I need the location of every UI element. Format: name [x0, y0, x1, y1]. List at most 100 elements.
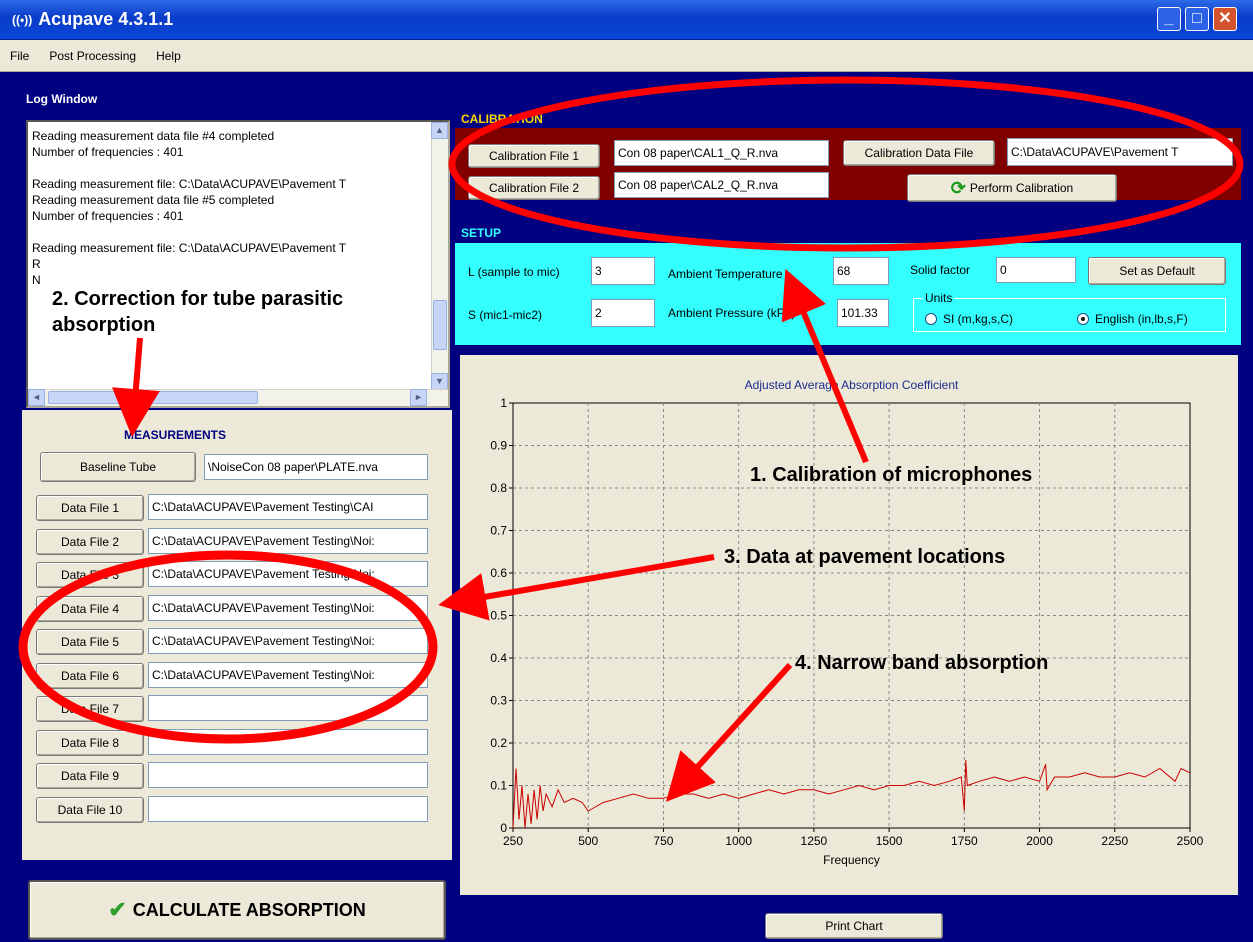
measurements-panel: MEASUREMENTS Baseline Tube \NoiseCon 08 … — [22, 410, 452, 940]
sample-to-mic-label: L (sample to mic) — [468, 265, 560, 279]
close-button[interactable]: ✕ — [1213, 7, 1237, 31]
x-axis-label: Frequency — [823, 853, 880, 867]
y-tick-label: 0 — [500, 821, 507, 835]
log-window-title: Log Window — [26, 92, 98, 106]
print-chart-button[interactable]: Print Chart — [765, 913, 943, 939]
y-tick-label: 0.7 — [490, 524, 507, 538]
data-file-4-button[interactable]: Data File 4 — [36, 595, 144, 622]
y-tick-label: 0.5 — [490, 609, 507, 623]
chart-panel: 250 500 750 1000 1250 1500 1750 2000 2250 2500 0 0.… — [460, 355, 1238, 895]
maximize-button[interactable]: □ — [1185, 7, 1209, 31]
perform-calibration-button[interactable]: ⟳ Perform Calibration — [907, 174, 1117, 202]
data-file-10-button[interactable]: Data File 10 — [36, 796, 144, 823]
y-tick-label: 1 — [500, 396, 507, 410]
menu-bar: File Post Processing Help — [0, 40, 1253, 72]
log-vertical-scrollbar[interactable]: ▲ ▼ — [431, 122, 448, 390]
perform-calibration-label: Perform Calibration — [969, 181, 1074, 195]
ambient-temperature-label: Ambient Temperature — [668, 267, 783, 281]
y-tick-label: 0.2 — [490, 736, 507, 750]
units-english-label: English (in,lb,s,F) — [1095, 312, 1188, 326]
x-tick-label: 1000 — [725, 834, 752, 848]
scroll-right-icon[interactable]: ► — [410, 389, 427, 406]
x-tick-label: 750 — [653, 834, 673, 848]
sample-to-mic-field[interactable]: 3 — [591, 257, 655, 285]
data-file-6-field[interactable]: C:\Data\ACUPAVE\Pavement Testing\Noi: — [148, 661, 428, 688]
menu-help[interactable]: Help — [156, 49, 181, 63]
ambient-temperature-field[interactable]: 68 — [833, 257, 889, 285]
calculate-absorption-label: CALCULATE ABSORPTION — [132, 899, 366, 920]
y-tick-label: 0.8 — [490, 481, 507, 495]
data-file-9-field[interactable] — [148, 762, 428, 788]
refresh-icon: ⟳ — [950, 177, 966, 198]
menu-file[interactable]: File — [10, 49, 29, 63]
baseline-tube-button[interactable]: Baseline Tube — [40, 452, 196, 482]
units-english-radio[interactable] — [1077, 313, 1089, 325]
annotation-calibration: 1. Calibration of microphones — [750, 464, 1033, 486]
y-tick-label: 0.4 — [490, 651, 507, 665]
window-title: Acupave 4.3.1.1 — [38, 9, 174, 29]
units-label: Units — [923, 291, 955, 305]
data-file-1-field[interactable]: C:\Data\ACUPAVE\Pavement Testing\CAI — [148, 494, 428, 520]
annotation-correction: 2. Correction for tube parasitic absorpt… — [52, 288, 344, 336]
data-file-7-button[interactable]: Data File 7 — [36, 696, 144, 722]
solid-factor-field[interactable]: 0 — [996, 257, 1076, 283]
units-si-label: SI (m,kg,s,C) — [943, 312, 1014, 326]
calibration-data-file-field[interactable]: C:\Data\ACUPAVE\Pavement T — [1007, 138, 1233, 166]
set-as-default-button[interactable]: Set as Default — [1088, 257, 1226, 285]
chart-title: Adjusted Average Absorption Coefficient — [745, 378, 959, 392]
x-tick-label: 2500 — [1177, 834, 1204, 848]
data-file-6-button[interactable]: Data File 6 — [36, 662, 144, 689]
data-file-3-button[interactable]: Data File 3 — [36, 562, 144, 588]
log-horizontal-scrollbar[interactable]: ◄ ► — [28, 389, 448, 406]
x-tick-label: 250 — [503, 834, 523, 848]
measurements-title: MEASUREMENTS — [124, 428, 227, 442]
data-file-3-field[interactable]: C:\Data\ACUPAVE\Pavement Testing\Noi: — [148, 561, 428, 587]
data-file-8-field[interactable] — [148, 728, 428, 755]
data-file-10-field[interactable] — [148, 795, 428, 822]
data-file-7-field[interactable] — [148, 695, 428, 721]
y-tick-label: 0.1 — [490, 779, 507, 793]
x-tick-label: 1500 — [876, 834, 903, 848]
scroll-up-icon[interactable]: ▲ — [431, 122, 448, 139]
calibration-panel: Calibration File 1 Con 08 paper\CAL1_Q_R… — [455, 128, 1241, 202]
baseline-tube-field[interactable]: \NoiseCon 08 paper\PLATE.nva — [204, 454, 428, 480]
app-icon: ((•)) — [12, 12, 33, 27]
calibration-file-1-button[interactable]: Calibration File 1 — [468, 144, 600, 168]
mic-spacing-label: S (mic1-mic2) — [468, 308, 542, 322]
data-file-2-field[interactable]: C:\Data\ACUPAVE\Pavement Testing\Noi: — [148, 527, 428, 554]
mic-spacing-field[interactable]: 2 — [591, 299, 655, 327]
data-file-2-button[interactable]: Data File 2 — [36, 528, 144, 555]
x-tick-label: 500 — [578, 834, 598, 848]
scroll-left-icon[interactable]: ◄ — [28, 389, 45, 406]
setup-title: SETUP — [461, 226, 502, 240]
calculate-absorption-button[interactable]: ✔ CALCULATE ABSORPTION — [28, 880, 446, 940]
minimize-button[interactable]: _ — [1157, 7, 1181, 31]
calibration-file-2-button[interactable]: Calibration File 2 — [468, 176, 600, 200]
log-window[interactable]: Reading measurement data file #4 complet… — [26, 120, 450, 408]
log-scroll-thumb[interactable] — [433, 300, 447, 350]
ambient-pressure-label: Ambient Pressure (kPa) — [668, 306, 796, 320]
scroll-down-icon[interactable]: ▼ — [431, 373, 448, 390]
data-file-5-field[interactable]: C:\Data\ACUPAVE\Pavement Testing\Noi: — [148, 628, 428, 654]
setup-panel: L (sample to mic) 3 S (mic1-mic2) 2 Ambi… — [455, 243, 1241, 345]
calibration-file-2-field[interactable]: Con 08 paper\CAL2_Q_R.nva — [614, 172, 829, 198]
solid-factor-label: Solid factor — [910, 263, 971, 277]
x-tick-label: 1250 — [801, 834, 828, 848]
log-hscroll-thumb[interactable] — [48, 391, 258, 404]
y-tick-label: 0.3 — [490, 694, 507, 708]
units-si-radio[interactable] — [925, 313, 937, 325]
calibration-file-1-field[interactable]: Con 08 paper\CAL1_Q_R.nva — [614, 140, 829, 166]
calibration-title: CALIBRATION — [461, 112, 543, 126]
data-file-9-button[interactable]: Data File 9 — [36, 763, 144, 789]
absorption-chart: 250 500 750 1000 1250 1500 1750 2000 2250 2500 0 0.… — [490, 378, 1204, 867]
y-tick-label: 0.6 — [490, 566, 507, 580]
annotation-pavement-data: 3. Data at pavement locations — [724, 546, 1006, 568]
data-file-4-field[interactable]: C:\Data\ACUPAVE\Pavement Testing\Noi: — [148, 594, 428, 621]
data-file-8-button[interactable]: Data File 8 — [36, 729, 144, 756]
data-file-5-button[interactable]: Data File 5 — [36, 629, 144, 655]
annotation-narrow-band: 4. Narrow band absorption — [795, 652, 1049, 674]
data-file-1-button[interactable]: Data File 1 — [36, 495, 144, 521]
ambient-pressure-field[interactable]: 101.33 — [837, 299, 889, 327]
menu-post-processing[interactable]: Post Processing — [49, 49, 136, 63]
calibration-data-file-button[interactable]: Calibration Data File — [843, 140, 995, 166]
